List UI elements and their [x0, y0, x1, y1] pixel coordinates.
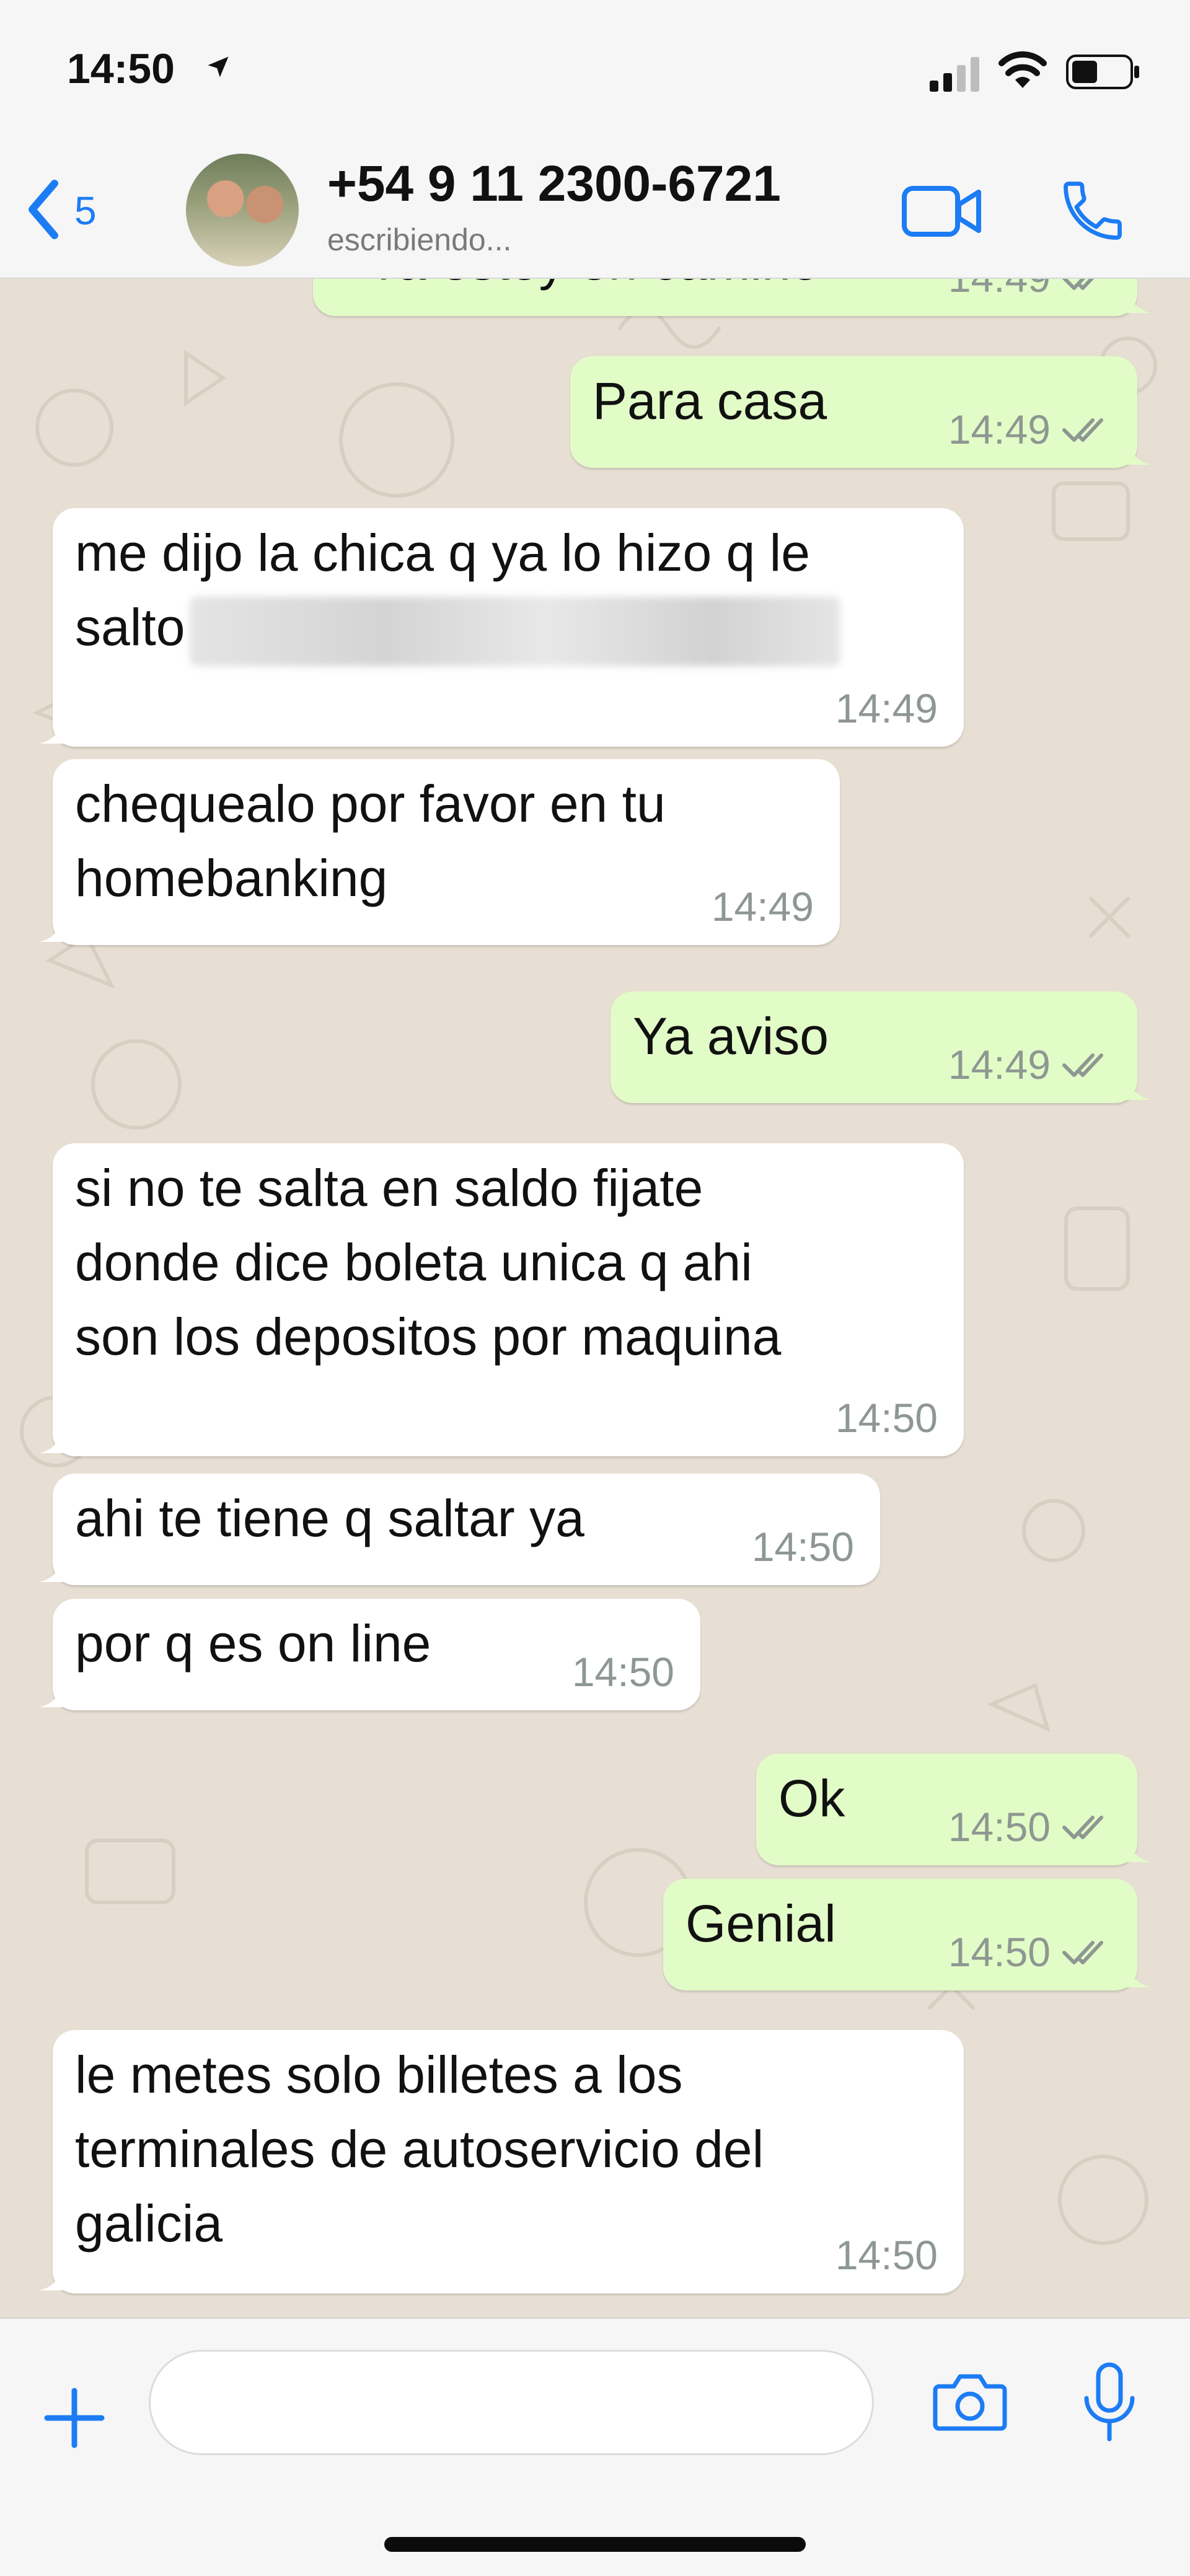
- bubble-tail: [1126, 440, 1151, 468]
- message-time: 14:49: [948, 279, 1051, 301]
- double-check-icon: [1062, 279, 1111, 301]
- typing-status: escribiendo...: [327, 222, 512, 257]
- chat-area[interactable]: Ya estoy en camino 14:49 Para casa 14:49…: [0, 279, 1190, 2318]
- message-bubble-incoming[interactable]: si no te salta en saldo fijate donde dic…: [39, 1143, 964, 1456]
- signal-icon: [930, 57, 981, 95]
- bubble-tail: [1126, 288, 1151, 316]
- message-time: 14:50: [835, 1395, 938, 1441]
- message-meta: 14:49: [948, 279, 1111, 301]
- bubble-tail: [39, 1428, 64, 1456]
- bubble-tail: [39, 2266, 64, 2293]
- message-input[interactable]: [149, 2350, 874, 2455]
- double-check-icon: [1062, 406, 1111, 453]
- message-text: homebanking: [75, 849, 388, 907]
- double-check-icon: [1062, 1041, 1111, 1088]
- message-time: 14:49: [948, 1042, 1051, 1088]
- message-meta: 14:50: [835, 1394, 938, 1441]
- message-bubble-outgoing[interactable]: Ok 14:50: [756, 1754, 1151, 1865]
- status-time: 14:50: [67, 45, 175, 92]
- phone-call-icon[interactable]: [1057, 175, 1129, 250]
- message-bubble-outgoing[interactable]: Ya aviso 14:49: [610, 991, 1151, 1103]
- message-text: si no te salta en saldo fijate: [75, 1159, 703, 1217]
- message-bubble-outgoing[interactable]: Para casa 14:49: [570, 356, 1151, 468]
- message-time: 14:50: [948, 1929, 1051, 1975]
- message-time: 14:50: [835, 2232, 938, 2278]
- bubble-tail: [1126, 1963, 1151, 1990]
- message-time: 14:50: [751, 1524, 854, 1570]
- message-time: 14:49: [711, 884, 814, 930]
- camera-icon[interactable]: [933, 2372, 1007, 2434]
- contact-avatar[interactable]: [186, 154, 299, 266]
- message-meta: 14:50: [948, 1803, 1111, 1850]
- battery-icon: [1066, 55, 1140, 92]
- message-text: le metes solo billetes a los: [75, 2046, 683, 2104]
- plus-icon[interactable]: [43, 2387, 105, 2452]
- message-meta: 14:49: [712, 883, 814, 930]
- message-meta: 14:50: [835, 2231, 938, 2279]
- unread-count: 5: [74, 188, 97, 233]
- message-meta: 14:49: [948, 1041, 1111, 1088]
- message-text: me dijo la chica q ya lo hizo q le: [75, 524, 810, 582]
- back-button[interactable]: 5: [25, 174, 97, 248]
- message-text: chequealo por favor en tu: [75, 775, 666, 833]
- double-check-icon: [1062, 1803, 1111, 1850]
- message-text: ahi te tiene q saltar ya: [75, 1489, 584, 1547]
- wifi-icon: [998, 50, 1047, 91]
- message-text: donde dice boleta unica q ahi: [75, 1233, 752, 1291]
- contact-name[interactable]: +54 9 11 2300-6721: [327, 155, 781, 213]
- message-meta: 14:50: [572, 1648, 674, 1695]
- message-text: terminales de autoservicio del: [75, 2120, 764, 2178]
- chevron-left-icon: [25, 178, 62, 244]
- message-time: 14:49: [948, 407, 1051, 452]
- bubble-tail: [39, 917, 64, 945]
- redacted-blur: [190, 596, 841, 666]
- bubble-tail: [1126, 1837, 1151, 1865]
- microphone-icon[interactable]: [1082, 2362, 1137, 2446]
- message-bubble-incoming[interactable]: ahi te tiene q saltar ya 14:50: [39, 1474, 880, 1585]
- message-meta: 14:49: [948, 406, 1111, 453]
- message-meta: 14:50: [948, 1928, 1111, 1976]
- message-bubble-incoming[interactable]: por q es on line 14:50: [39, 1599, 700, 1710]
- message-text: salto: [75, 598, 185, 656]
- message-bubble-outgoing[interactable]: Ya estoy en camino 14:49: [313, 279, 1151, 316]
- message-text: son los depositos por maquina: [75, 1308, 782, 1366]
- message-text: galicia: [75, 2194, 223, 2253]
- chat-header: 5 +54 9 11 2300-6721 escribiendo...: [0, 143, 1190, 279]
- home-indicator[interactable]: [384, 2537, 806, 2552]
- message-bubble-outgoing[interactable]: Genial 14:50: [663, 1879, 1151, 1990]
- video-call-icon[interactable]: [902, 185, 982, 241]
- bubble-tail: [39, 1682, 64, 1710]
- bubble-tail: [39, 1557, 64, 1585]
- location-arrow-icon: [205, 53, 232, 84]
- input-bar: [0, 2318, 1190, 2576]
- message-bubble-incoming[interactable]: me dijo la chica q ya lo hizo q le salto…: [39, 508, 964, 747]
- message-text-line: salto: [75, 590, 941, 666]
- message-time: 14:50: [948, 1804, 1051, 1850]
- message-bubble-incoming[interactable]: chequealo por favor en tu homebanking 14…: [39, 759, 840, 945]
- message-meta: 14:50: [752, 1523, 854, 1570]
- double-check-icon: [1062, 1928, 1111, 1976]
- message-meta: 14:49: [835, 685, 938, 732]
- bubble-tail: [1126, 1075, 1151, 1103]
- message-bubble-incoming[interactable]: le metes solo billetes a los terminales …: [39, 2030, 964, 2293]
- message-time: 14:49: [835, 685, 938, 731]
- bubble-tail: [39, 719, 64, 747]
- status-bar: 14:50: [0, 0, 1190, 143]
- message-time: 14:50: [571, 1649, 674, 1695]
